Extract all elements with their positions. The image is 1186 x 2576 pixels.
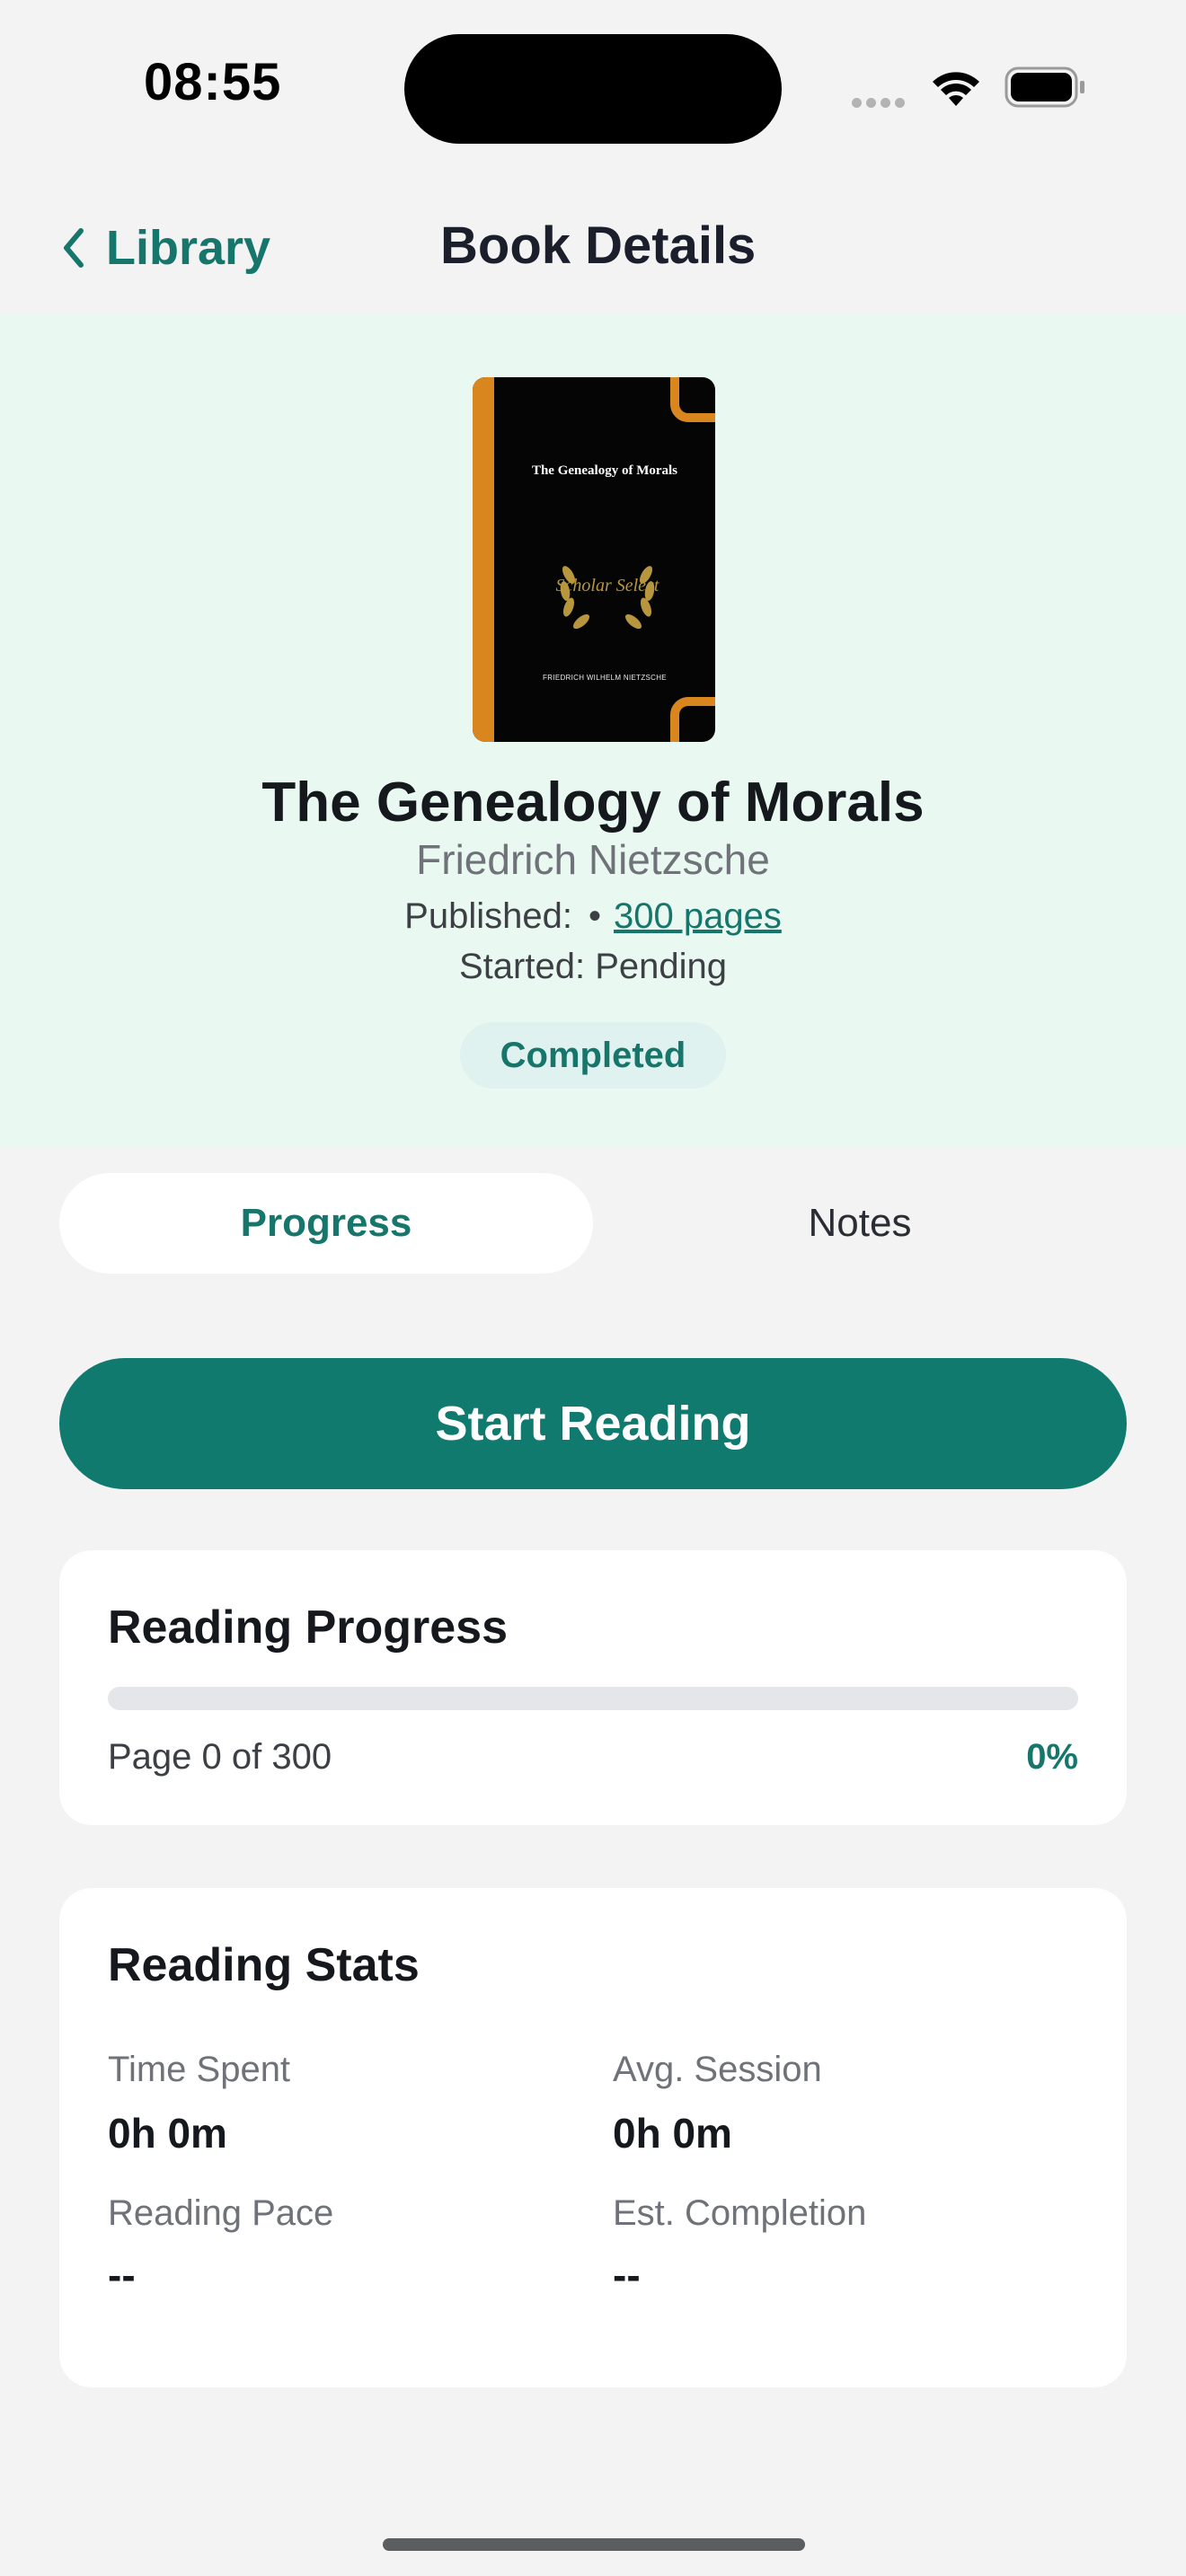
start-reading-button[interactable]: Start Reading [59, 1358, 1127, 1489]
stat-label-avg-session: Avg. Session [613, 2050, 822, 2089]
chevron-left-icon [64, 228, 84, 268]
cover-spine [473, 377, 494, 742]
stat-value-avg-session: 0h 0m [613, 2110, 732, 2157]
book-cover: The Genealogy of Morals Scholar Select F… [473, 377, 715, 742]
reading-stats-card: Reading Stats Time Spent 0h 0m Avg. Sess… [59, 1888, 1127, 2387]
reading-progress-card: Reading Progress Page 0 of 300 0% [59, 1550, 1127, 1825]
back-button[interactable]: Library [59, 219, 270, 277]
cover-author: FRIEDRICH WILHELM NIETZSCHE [543, 674, 667, 682]
battery-icon [1005, 66, 1084, 108]
status-time: 08:55 [144, 53, 282, 111]
segmented-tabs: Progress Notes [59, 1173, 1127, 1274]
book-author: Friedrich Nietzsche [416, 836, 770, 883]
cellular-signal-icon [852, 96, 909, 112]
home-indicator [383, 2538, 805, 2551]
page-count: Page 0 of 300 [108, 1737, 332, 1777]
reading-progress-title: Reading Progress [108, 1601, 509, 1654]
cover-corner [670, 377, 715, 422]
progress-percent: 0% [1026, 1737, 1078, 1777]
cover-corner [670, 697, 715, 742]
separator: • [588, 896, 601, 936]
cover-title: The Genealogy of Morals [531, 463, 678, 478]
published-label: Published: [404, 896, 572, 936]
started-status: Started: Pending [459, 947, 727, 986]
tab-notes[interactable]: Notes [593, 1173, 1127, 1274]
stat-value-time-spent: 0h 0m [108, 2110, 227, 2157]
cover-publisher-mark: Scholar Select [556, 576, 659, 595]
book-title: The Genealogy of Morals [261, 772, 925, 834]
pages-link[interactable]: 300 pages [614, 896, 782, 936]
stat-value-reading-pace: -- [108, 2252, 136, 2298]
dynamic-island [404, 34, 782, 144]
status-bar: 08:55 [0, 0, 1186, 171]
laurel-wreath-icon: Scholar Select [556, 566, 659, 630]
back-button-label: Library [106, 221, 271, 275]
book-header: The Genealogy of Morals Scholar Select F… [0, 314, 1186, 1148]
stat-label-reading-pace: Reading Pace [108, 2193, 334, 2233]
stat-label-est-completion: Est. Completion [613, 2193, 867, 2233]
tab-progress[interactable]: Progress [59, 1173, 593, 1274]
stat-value-est-completion: -- [613, 2252, 641, 2298]
reading-stats-title: Reading Stats [108, 1939, 420, 1991]
progress-bar [108, 1687, 1078, 1710]
stat-label-time-spent: Time Spent [108, 2050, 291, 2089]
publication-info: Published: • 300 pages [0, 896, 1186, 937]
wifi-icon [933, 72, 979, 106]
status-badge: Completed [460, 1022, 726, 1089]
page-title: Book Details [440, 216, 757, 275]
